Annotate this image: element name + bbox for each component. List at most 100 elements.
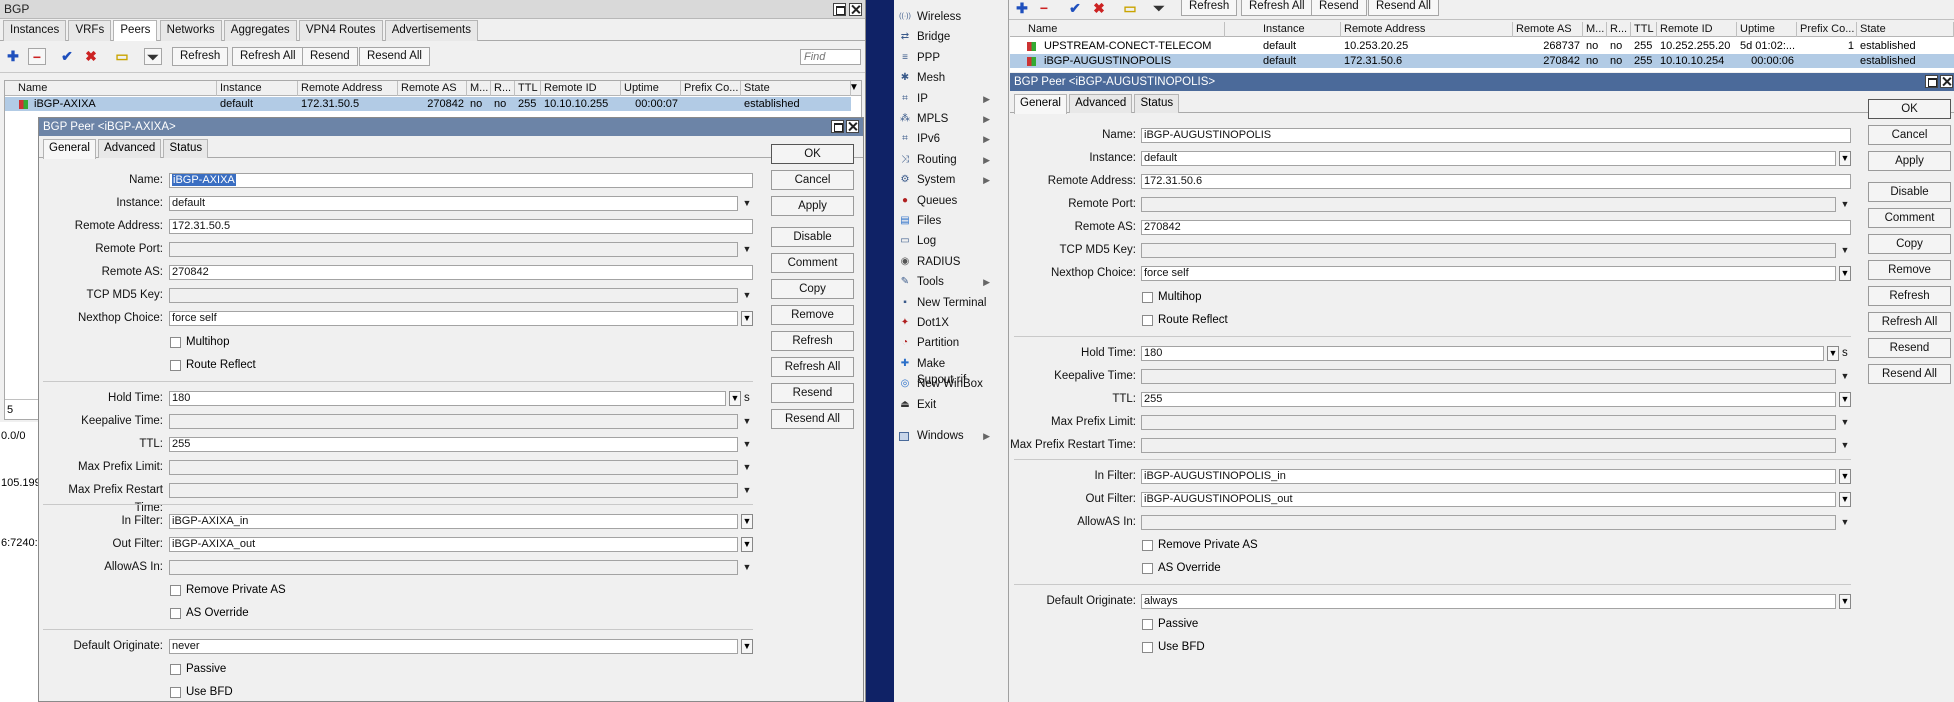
copy-button[interactable]: Copy <box>771 279 854 299</box>
menu-item-partition[interactable]: ◔ Partition <box>894 335 994 351</box>
table-row[interactable]: iBGP-AUGUSTINOPOLIS default 172.31.50.6 … <box>1010 54 1954 68</box>
menu-item-log[interactable]: ▭ Log <box>894 233 994 249</box>
remote-address-field[interactable]: 172.31.50.5 <box>169 219 753 234</box>
col-header[interactable]: R... <box>1607 22 1631 37</box>
col-header[interactable]: Remote AS <box>398 81 467 96</box>
tab-instances[interactable]: Instances <box>3 20 67 41</box>
menu-item-ppp[interactable]: ≡ PPP <box>894 50 994 66</box>
apply-button[interactable]: Apply <box>771 196 854 216</box>
chevron-down-icon[interactable]: ▼ <box>1840 197 1850 212</box>
chevron-down-icon[interactable]: ▼ <box>742 437 752 452</box>
max-prefix-field[interactable] <box>1141 415 1836 430</box>
menu-item-tools[interactable]: ✎ Tools ▶ <box>894 274 994 290</box>
chevron-down-icon[interactable]: ▼ <box>742 242 752 257</box>
remove-button[interactable]: Remove <box>1868 260 1951 280</box>
menu-item-ip[interactable]: ⌗ IP ▶ <box>894 91 994 107</box>
comment-icon[interactable]: ▭ <box>1121 0 1139 17</box>
disable-icon[interactable]: ✖ <box>82 48 100 65</box>
chevron-down-icon[interactable]: ▼ <box>742 483 752 498</box>
default-originate-select[interactable]: never <box>169 639 738 654</box>
col-header[interactable]: Name <box>1025 22 1225 37</box>
chevron-down-icon[interactable]: ▼ <box>1839 469 1851 484</box>
maximize-icon[interactable] <box>831 120 844 133</box>
max-prefix-restart-field[interactable] <box>169 483 738 498</box>
menu-item-routing[interactable]: ⤨ Routing ▶ <box>894 152 994 168</box>
out-filter-select[interactable]: iBGP-AUGUSTINOPOLIS_out <box>1141 492 1836 507</box>
menu-item-files[interactable]: ▤ Files <box>894 213 994 229</box>
maximize-icon[interactable] <box>833 3 846 16</box>
as-override-checkbox[interactable] <box>1142 563 1153 574</box>
refresh-button[interactable]: Refresh <box>771 331 854 351</box>
enable-icon[interactable]: ✔ <box>1066 0 1084 17</box>
chevron-down-icon[interactable]: ▼ <box>1840 243 1850 258</box>
menu-item-radius[interactable]: ◉ RADIUS <box>894 254 994 270</box>
cancel-button[interactable]: Cancel <box>1868 125 1951 145</box>
resend-all-button[interactable]: Resend All <box>1868 364 1951 384</box>
resend-all-button[interactable]: Resend All <box>359 47 430 66</box>
comment-button[interactable]: Comment <box>771 253 854 273</box>
chevron-down-icon[interactable]: ▼ <box>1839 392 1851 407</box>
remote-as-field[interactable]: 270842 <box>1141 220 1851 235</box>
col-header[interactable]: State <box>1857 22 1954 37</box>
find-input[interactable] <box>800 49 861 65</box>
resend-all-button[interactable]: Resend All <box>771 409 854 429</box>
filter-icon[interactable]: ⏷ <box>1150 0 1168 17</box>
menu-item-exit[interactable]: ⏏ Exit <box>894 397 994 413</box>
ok-button[interactable]: OK <box>771 144 854 164</box>
use-bfd-checkbox[interactable] <box>1142 642 1153 653</box>
remote-port-field[interactable] <box>1141 197 1836 212</box>
tab-advanced[interactable]: Advanced <box>98 139 162 158</box>
tab-advertisements[interactable]: Advertisements <box>384 20 478 41</box>
remote-port-field[interactable] <box>169 242 738 257</box>
nexthop-select[interactable]: force self <box>1141 266 1836 281</box>
col-header[interactable]: M... <box>467 81 491 96</box>
enable-icon[interactable]: ✔ <box>58 48 76 65</box>
col-header[interactable]: TTL <box>515 81 541 96</box>
menu-item-ipv6[interactable]: ⌗ IPv6 ▶ <box>894 131 994 147</box>
maximize-icon[interactable] <box>1925 75 1938 88</box>
remove-icon[interactable]: − <box>28 48 46 65</box>
menu-item-dot1x[interactable]: ✦ Dot1X <box>894 315 994 331</box>
refresh-button[interactable]: Refresh <box>1181 0 1238 16</box>
chevron-down-icon[interactable]: ▼ <box>742 414 752 429</box>
col-header[interactable]: R... <box>491 81 515 96</box>
ttl-field[interactable]: 255 <box>169 437 738 452</box>
comment-button[interactable]: Comment <box>1868 208 1951 228</box>
resend-button[interactable]: Resend <box>1311 0 1367 16</box>
disable-button[interactable]: Disable <box>771 227 854 247</box>
refresh-all-button[interactable]: Refresh All <box>771 357 854 377</box>
dialog-titlebar[interactable]: BGP Peer <iBGP-AUGUSTINOPOLIS> <box>1010 73 1954 91</box>
route-reflect-checkbox[interactable] <box>170 360 181 371</box>
chevron-down-icon[interactable]: ▼ <box>1839 266 1851 281</box>
default-originate-select[interactable]: always <box>1141 594 1836 609</box>
col-header[interactable]: TTL <box>1631 22 1657 37</box>
chevron-down-icon[interactable]: ▼ <box>741 311 753 326</box>
add-icon[interactable]: ✚ <box>1013 0 1031 17</box>
tab-vrfs[interactable]: VRFs <box>68 20 112 41</box>
chevron-down-icon[interactable]: ▼ <box>1840 515 1850 530</box>
in-filter-select[interactable]: iBGP-AXIXA_in <box>169 514 738 529</box>
col-header[interactable]: Remote ID <box>541 81 621 96</box>
instance-select[interactable]: default <box>1141 151 1836 166</box>
chevron-down-icon[interactable]: ▼ <box>1839 151 1851 166</box>
col-header[interactable]: State <box>741 81 851 96</box>
tab-aggregates[interactable]: Aggregates <box>223 20 297 41</box>
instance-select[interactable]: default <box>169 196 738 211</box>
menu-item-wireless[interactable]: ((·)) Wireless <box>894 9 994 25</box>
max-prefix-restart-field[interactable] <box>1141 438 1836 453</box>
menu-item-new-winbox[interactable]: ◎ New WinBox <box>894 376 994 392</box>
chevron-down-icon[interactable]: ▼ <box>741 639 753 654</box>
col-header[interactable]: Uptime <box>621 81 681 96</box>
tab-advanced[interactable]: Advanced <box>1069 94 1133 113</box>
allowas-field[interactable] <box>1141 515 1836 530</box>
chevron-down-icon[interactable]: ▼ <box>742 460 752 475</box>
menu-item-windows[interactable]: Windows ▶ <box>894 428 994 444</box>
as-override-checkbox[interactable] <box>170 608 181 619</box>
ttl-field[interactable]: 255 <box>1141 392 1836 407</box>
col-header[interactable]: Remote AS <box>1513 22 1583 37</box>
remove-private-as-checkbox[interactable] <box>170 585 181 596</box>
chevron-down-icon[interactable]: ▼ <box>1840 415 1850 430</box>
add-icon[interactable]: ✚ <box>4 48 22 65</box>
chevron-down-icon[interactable]: ▼ <box>741 514 753 529</box>
tcp-md5-field[interactable] <box>1141 243 1836 258</box>
